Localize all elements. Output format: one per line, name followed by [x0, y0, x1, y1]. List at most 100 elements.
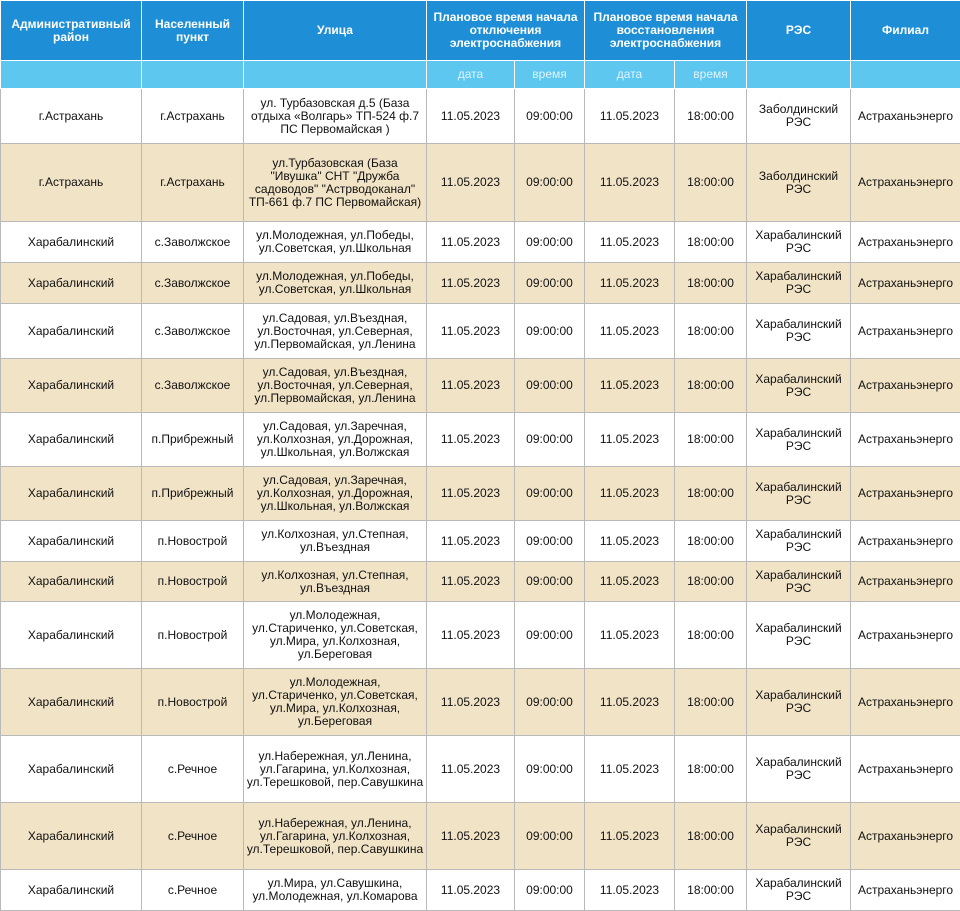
col-header-district: Административный район	[1, 1, 142, 61]
table-row: Харабалинскийп.Прибрежныйул.Садовая, ул.…	[1, 467, 960, 521]
outage-time-cell: 09:00:00	[515, 521, 585, 562]
subheader-time-restore: время	[675, 61, 747, 89]
outage-date-cell: 11.05.2023	[427, 736, 515, 803]
outage-date-cell: 11.05.2023	[427, 562, 515, 602]
settlement-cell: п.Прибрежный	[142, 413, 244, 467]
restore-date-cell: 11.05.2023	[585, 669, 675, 736]
subheader-empty	[244, 61, 427, 89]
branch-cell: Астраханьэнерго	[851, 602, 960, 669]
subheader-empty	[851, 61, 960, 89]
outage-date-cell: 11.05.2023	[427, 359, 515, 413]
restore-time-cell: 18:00:00	[675, 304, 747, 359]
outage-time-cell: 09:00:00	[515, 222, 585, 263]
street-cell: ул.Молодежная, ул.Стариченко, ул.Советск…	[244, 669, 427, 736]
district-cell: Харабалинский	[1, 669, 142, 736]
restore-date-cell: 11.05.2023	[585, 562, 675, 602]
restore-date-cell: 11.05.2023	[585, 359, 675, 413]
table-row: Харабалинскийс.Речноеул.Мира, ул.Савушки…	[1, 870, 960, 911]
table-row: Харабалинскийс.Заволжскоеул.Садовая, ул.…	[1, 359, 960, 413]
subheader-empty	[747, 61, 851, 89]
restore-time-cell: 18:00:00	[675, 413, 747, 467]
outage-time-cell: 09:00:00	[515, 602, 585, 669]
district-cell: Харабалинский	[1, 263, 142, 304]
settlement-cell: с.Заволжское	[142, 304, 244, 359]
district-cell: г.Астрахань	[1, 144, 142, 222]
table-row: Харабалинскийп.Новостройул.Молодежная, у…	[1, 669, 960, 736]
subheader-row: дата время дата время	[1, 61, 960, 89]
res-cell: Харабалинский РЭС	[747, 736, 851, 803]
settlement-cell: с.Заволжское	[142, 263, 244, 304]
res-cell: Харабалинский РЭС	[747, 870, 851, 911]
branch-cell: Астраханьэнерго	[851, 263, 960, 304]
restore-date-cell: 11.05.2023	[585, 803, 675, 870]
res-cell: Харабалинский РЭС	[747, 304, 851, 359]
restore-time-cell: 18:00:00	[675, 602, 747, 669]
branch-cell: Астраханьэнерго	[851, 870, 960, 911]
branch-cell: Астраханьэнерго	[851, 467, 960, 521]
street-cell: ул.Набережная, ул.Ленина, ул.Гагарина, у…	[244, 803, 427, 870]
settlement-cell: г.Астрахань	[142, 89, 244, 144]
outage-time-cell: 09:00:00	[515, 870, 585, 911]
table-body: г.Астраханьг.Астраханьул. Турбазовская д…	[1, 89, 960, 911]
restore-date-cell: 11.05.2023	[585, 89, 675, 144]
restore-date-cell: 11.05.2023	[585, 602, 675, 669]
res-cell: Харабалинский РЭС	[747, 669, 851, 736]
settlement-cell: п.Новострой	[142, 602, 244, 669]
table-row: Харабалинскийп.Новостройул.Колхозная, ул…	[1, 562, 960, 602]
res-cell: Харабалинский РЭС	[747, 602, 851, 669]
branch-cell: Астраханьэнерго	[851, 413, 960, 467]
branch-cell: Астраханьэнерго	[851, 144, 960, 222]
outage-time-cell: 09:00:00	[515, 467, 585, 521]
outage-time-cell: 09:00:00	[515, 669, 585, 736]
branch-cell: Астраханьэнерго	[851, 359, 960, 413]
district-cell: Харабалинский	[1, 521, 142, 562]
street-cell: ул.Молодежная, ул.Победы, ул.Советская, …	[244, 263, 427, 304]
branch-cell: Астраханьэнерго	[851, 803, 960, 870]
col-header-settlement: Населенный пункт	[142, 1, 244, 61]
restore-time-cell: 18:00:00	[675, 562, 747, 602]
col-header-branch: Филиал	[851, 1, 960, 61]
branch-cell: Астраханьэнерго	[851, 736, 960, 803]
res-cell: Харабалинский РЭС	[747, 222, 851, 263]
res-cell: Заболдинский РЭС	[747, 144, 851, 222]
table-header: Административный район Населенный пункт …	[1, 1, 960, 89]
street-cell: ул.Турбазовская (База "Ивушка" СНТ "Друж…	[244, 144, 427, 222]
restore-date-cell: 11.05.2023	[585, 736, 675, 803]
table-row: г.Астраханьг.Астраханьул. Турбазовская д…	[1, 89, 960, 144]
settlement-cell: п.Новострой	[142, 562, 244, 602]
branch-cell: Астраханьэнерго	[851, 304, 960, 359]
settlement-cell: п.Новострой	[142, 521, 244, 562]
outage-time-cell: 09:00:00	[515, 144, 585, 222]
table-row: Харабалинскийс.Речноеул.Набережная, ул.Л…	[1, 736, 960, 803]
res-cell: Заболдинский РЭС	[747, 89, 851, 144]
subheader-time-outage: время	[515, 61, 585, 89]
restore-date-cell: 11.05.2023	[585, 263, 675, 304]
district-cell: Харабалинский	[1, 736, 142, 803]
restore-time-cell: 18:00:00	[675, 467, 747, 521]
district-cell: Харабалинский	[1, 413, 142, 467]
outage-date-cell: 11.05.2023	[427, 144, 515, 222]
restore-date-cell: 11.05.2023	[585, 467, 675, 521]
district-cell: Харабалинский	[1, 803, 142, 870]
district-cell: Харабалинский	[1, 304, 142, 359]
branch-cell: Астраханьэнерго	[851, 562, 960, 602]
district-cell: Харабалинский	[1, 359, 142, 413]
street-cell: ул.Садовая, ул.Въездная, ул.Восточная, у…	[244, 304, 427, 359]
district-cell: Харабалинский	[1, 870, 142, 911]
outage-date-cell: 11.05.2023	[427, 263, 515, 304]
street-cell: ул.Садовая, ул.Заречная, ул.Колхозная, у…	[244, 467, 427, 521]
table-row: Харабалинскийп.Новостройул.Молодежная, у…	[1, 602, 960, 669]
district-cell: Харабалинский	[1, 222, 142, 263]
subheader-date-outage: дата	[427, 61, 515, 89]
street-cell: ул.Садовая, ул.Заречная, ул.Колхозная, у…	[244, 413, 427, 467]
table-row: г.Астраханьг.Астраханьул.Турбазовская (Б…	[1, 144, 960, 222]
res-cell: Харабалинский РЭС	[747, 413, 851, 467]
settlement-cell: п.Новострой	[142, 669, 244, 736]
restore-time-cell: 18:00:00	[675, 263, 747, 304]
street-cell: ул.Садовая, ул.Въездная, ул.Восточная, у…	[244, 359, 427, 413]
outage-time-cell: 09:00:00	[515, 304, 585, 359]
outage-time-cell: 09:00:00	[515, 803, 585, 870]
col-header-res: РЭС	[747, 1, 851, 61]
res-cell: Харабалинский РЭС	[747, 263, 851, 304]
outage-time-cell: 09:00:00	[515, 736, 585, 803]
